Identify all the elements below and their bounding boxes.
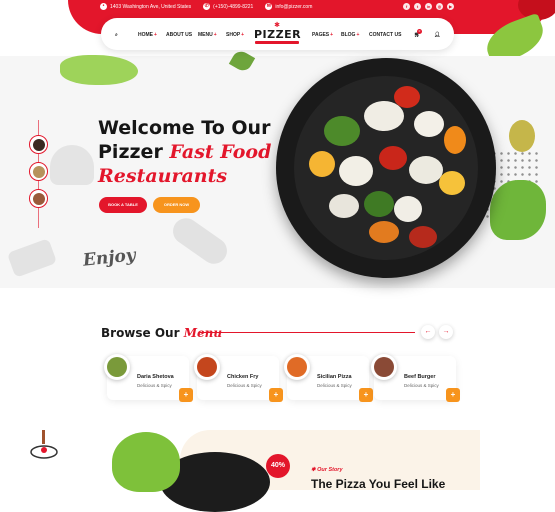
phone-text[interactable]: (+150)-4899-8221 [213,4,253,10]
our-story-label: ✱ Our Story [311,467,343,473]
phone-item[interactable]: ✆ (+150)-4899-8221 [203,3,253,10]
phone-icon: ✆ [203,3,211,10]
carousel-prev-button[interactable]: ← [421,325,435,339]
discount-badge: 40% [266,454,290,478]
menu-item-desc: Delicious & Spicy [404,383,439,388]
site-logo[interactable]: ✱ PIZZER [254,22,302,46]
hero-title-line2: Pizzer Fast Food & [98,141,295,163]
nav-pages[interactable]: PAGES+ [312,32,333,38]
hero-thumb-3[interactable] [29,189,48,208]
menu-item-image [104,354,130,380]
location-icon: • [100,3,107,10]
address-text: 1403 Washington Ave, United States [110,3,192,10]
menu-item-name: Daria Shetova [137,374,174,380]
add-to-cart-button[interactable]: + [359,388,373,402]
olive-decoration [509,120,535,152]
hero-thumb-1[interactable] [29,135,48,154]
story-heading: The Pizza You Feel Like [311,477,446,491]
order-now-button[interactable]: ORDER NOW [153,197,200,213]
menu-item-name: Beef Burger [404,374,436,380]
pizza-cutter-mascot-icon [30,430,58,459]
lettuce-decoration [60,55,138,85]
menu-item-desc: Delicious & Spicy [137,383,172,388]
menu-item-image [371,354,397,380]
cart-count-badge: 0 [417,29,422,34]
menu-item-name: Sicilian Pizza [317,374,352,380]
menu-item-name: Chicken Fry [227,374,259,380]
hero-title-line1: Welcome To Our [98,117,271,139]
add-to-cart-button[interactable]: + [179,388,193,402]
twitter-icon[interactable]: t [414,3,421,10]
menu-item-image [194,354,220,380]
facebook-icon[interactable]: f [403,3,410,10]
lettuce-decoration [112,432,180,492]
book-table-button[interactable]: BOOK A TABLE [99,197,147,213]
nav-contact[interactable]: CONTACT US [369,32,401,38]
instagram-icon[interactable]: ◎ [436,3,443,10]
menu-card[interactable]: Daria Shetova Delicious & Spicy + [104,354,193,402]
menu-item-desc: Delicious & Spicy [317,383,352,388]
carousel-next-button[interactable]: → [439,325,453,339]
add-to-cart-button[interactable]: + [269,388,283,402]
address-item: • 1403 Washington Ave, United States [100,3,191,10]
browse-menu-heading: Browse Our Menu [101,326,223,340]
hero-salad-plate [276,58,496,278]
hero-title-line3: Restaurants [98,165,228,187]
menu-card[interactable]: Sicilian Pizza Delicious & Spicy + [284,354,373,402]
hero-heading: Welcome To Our Pizzer Fast Food & Restau… [98,116,295,188]
email-text[interactable]: info@pizzer.com [275,4,312,10]
email-item[interactable]: ✉ info@pizzer.com [265,3,312,10]
herb-decoration [490,180,546,240]
youtube-icon[interactable]: ▶ [447,3,454,10]
nav-shop[interactable]: SHOP+ [226,32,244,38]
menu-item-image [284,354,310,380]
nav-about[interactable]: ABOUT US [166,32,192,38]
contact-info: • 1403 Washington Ave, United States ✆ (… [100,3,312,10]
logo-text: PIZZER [254,28,302,41]
nav-blog[interactable]: BLOG+ [341,32,359,38]
logo-tagline-bar [255,41,299,44]
add-to-cart-button[interactable]: + [446,388,460,402]
nav-home[interactable]: HOME+ [138,32,157,38]
menu-item-desc: Delicious & Spicy [227,383,262,388]
mail-icon: ✉ [265,3,273,10]
menu-card[interactable]: Chicken Fry Delicious & Spicy + [194,354,283,402]
heading-divider [200,332,415,333]
linkedin-icon[interactable]: in [425,3,432,10]
hero-thumbnails [29,135,48,208]
search-icon[interactable]: ⌕ [115,32,118,38]
hero-thumb-2[interactable] [29,162,48,181]
menu-card[interactable]: Beef Burger Delicious & Spicy + [371,354,460,402]
nav-menu[interactable]: MENU+ [198,32,217,38]
social-links: f t in ◎ ▶ [403,3,454,10]
burger-illustration [50,145,94,185]
user-icon[interactable]: 👤︎ [434,32,440,38]
